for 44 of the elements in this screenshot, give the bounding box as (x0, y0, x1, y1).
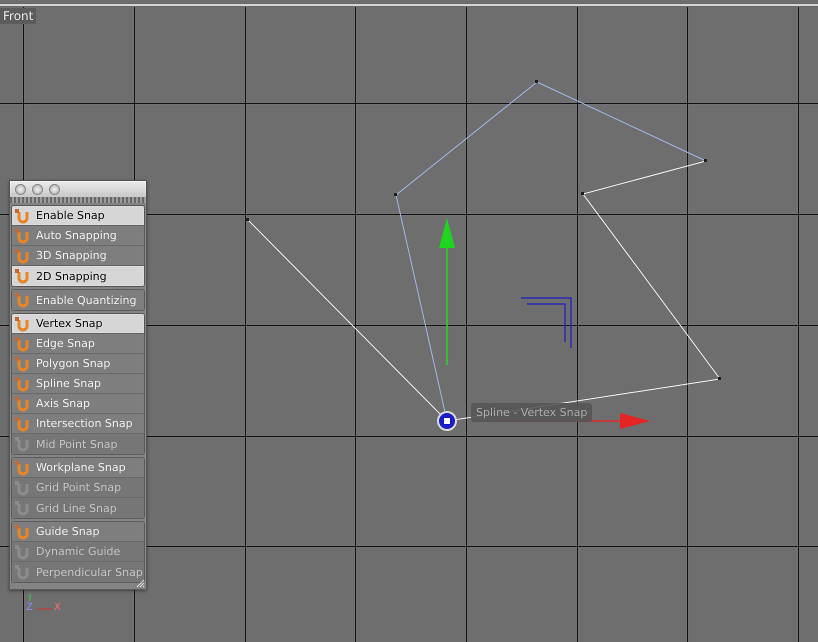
snap-menu-item[interactable]: Vertex Snap (12, 314, 144, 334)
snap-menu-item[interactable]: Axis Snap (12, 394, 144, 414)
magnet-icon (14, 208, 30, 224)
corner-marker-icon (520, 297, 572, 349)
magnet-icon (14, 248, 30, 264)
snap-menu-item[interactable]: Enable Snap (12, 206, 144, 226)
magnet-icon (14, 292, 30, 308)
palette-title-bar[interactable] (10, 181, 146, 197)
snap-menu-item[interactable]: Workplane Snap (12, 458, 144, 478)
magnet-icon (14, 268, 30, 284)
viewport-label: Front (0, 8, 36, 24)
snap-menu-item[interactable]: Enable Quantizing (12, 290, 144, 310)
snap-point-icon (437, 411, 457, 431)
snap-menu-item[interactable]: Polygon Snap (12, 354, 144, 374)
magnet-icon (14, 460, 30, 476)
snap-menu-item[interactable]: 3D Snapping (12, 246, 144, 266)
magnet-icon (14, 544, 30, 560)
snap-menu-item[interactable]: 2D Snapping (12, 266, 144, 286)
snap-tooltip: Spline - Vertex Snap (471, 403, 592, 422)
magnet-icon (14, 228, 30, 244)
magnet-icon (14, 396, 30, 412)
minimize-button[interactable] (32, 184, 43, 194)
magnet-icon (14, 356, 30, 372)
snap-menu-item[interactable]: Auto Snapping (12, 226, 144, 246)
close-button[interactable] (15, 184, 26, 194)
magnet-icon (14, 436, 30, 452)
x-axis-label: X (54, 602, 61, 613)
snap-menu-item[interactable]: Guide Snap (12, 522, 144, 542)
snap-menu-item[interactable]: Intersection Snap (12, 414, 144, 434)
snap-menu-item[interactable]: Spline Snap (12, 374, 144, 394)
magnet-icon (14, 480, 30, 496)
magnet-icon (14, 524, 30, 540)
magnet-icon (14, 316, 30, 332)
magnet-icon (14, 500, 30, 516)
magnet-icon (14, 416, 30, 432)
y-axis-arrow[interactable] (439, 218, 455, 365)
magnet-icon (14, 564, 30, 580)
snap-menu-item[interactable]: Edge Snap (12, 334, 144, 354)
palette-grip[interactable] (10, 197, 146, 203)
zoom-button[interactable] (49, 184, 60, 194)
magnet-icon (14, 336, 30, 352)
z-axis-label: Z (26, 602, 33, 613)
resize-grip-icon[interactable] (135, 578, 145, 588)
magnet-icon (14, 376, 30, 392)
